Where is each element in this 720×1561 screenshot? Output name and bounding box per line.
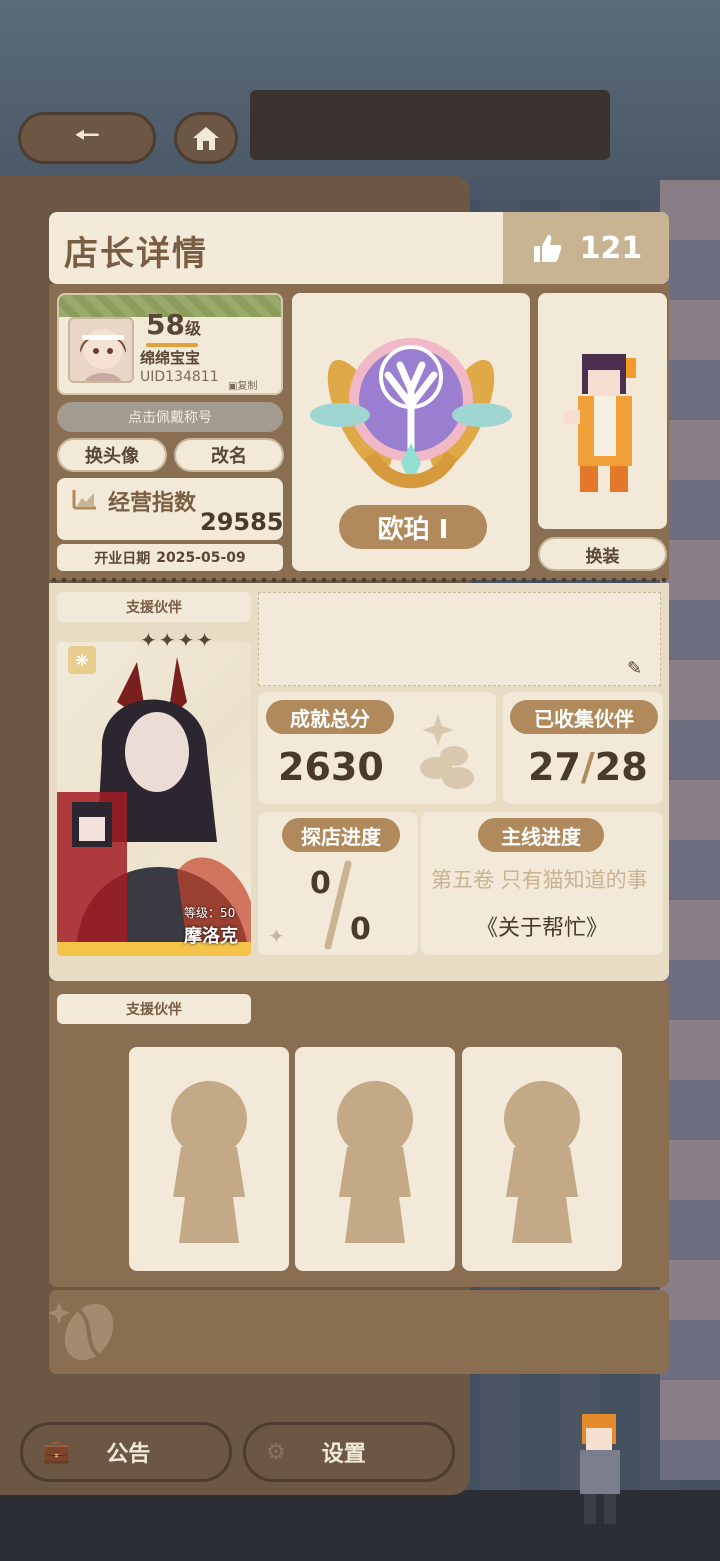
shop-wall-right [660, 180, 720, 1480]
collected-label: 已收集伙伴 [510, 700, 658, 734]
rename-button[interactable]: 改名 [174, 438, 284, 472]
like-count: 121 [579, 230, 643, 266]
coffee-bean-icon [48, 1302, 114, 1361]
business-index-label: 经营指数 [108, 491, 197, 516]
coffee-beans-icon [420, 714, 474, 789]
home-icon [193, 127, 219, 150]
like-button[interactable]: 121 [503, 212, 669, 284]
empty-partner-slot[interactable] [462, 1047, 622, 1271]
person-silhouette-icon [337, 1081, 413, 1243]
visit-total: 0 [350, 912, 371, 947]
page-title: 店长详情 [64, 234, 208, 274]
home-button[interactable] [174, 112, 238, 164]
opal-rank-emblem [310, 338, 512, 489]
edit-icon[interactable]: ✎ [627, 658, 642, 679]
person-silhouette-icon [171, 1081, 247, 1243]
change-outfit-button[interactable]: 换装 [538, 537, 667, 571]
open-date: 开业日期 2025-05-09 [57, 544, 283, 571]
player-nickname: 绵绵宝宝 [140, 349, 201, 367]
fraction-slash [324, 860, 352, 950]
player-character-sprite [564, 354, 636, 492]
copy-uid-button[interactable]: ▣复制 [228, 377, 257, 392]
gear-icon: ⚙ [266, 1439, 286, 1465]
story-chapter: 第五卷 只有猫知道的事 [431, 868, 648, 892]
back-button[interactable]: 🠔 [18, 112, 156, 164]
change-avatar-button[interactable]: 换头像 [57, 438, 167, 472]
story-label: 主线进度 [478, 818, 604, 852]
settings-button[interactable]: ⚙ 设置 [243, 1422, 455, 1482]
arrow-left-icon: 🠔 [73, 117, 101, 153]
thumbs-up-icon [533, 235, 562, 262]
npc-sprite [580, 1414, 620, 1524]
achievement-label: 成就总分 [266, 700, 394, 734]
empty-partner-slot[interactable] [295, 1047, 455, 1271]
player-level: 58级 [146, 308, 201, 341]
avatar[interactable] [68, 317, 134, 383]
coffee-strip [48, 1290, 669, 1374]
rank-name: 欧珀 I [339, 505, 487, 549]
wear-title-button[interactable]: 点击佩戴称号 [57, 402, 283, 432]
notice-button[interactable]: 💼 公告 [20, 1422, 232, 1482]
star-rating-icon: ✦✦✦✦ [140, 628, 216, 652]
support-partner-tag-2: 支援伙伴 [57, 994, 251, 1024]
achievement-value: 2630 [278, 745, 384, 789]
partner-level: 等级：50 [184, 906, 236, 920]
shop-counter [250, 90, 610, 160]
visit-label: 探店进度 [282, 818, 400, 852]
story-episode: 《关于帮忙》 [475, 916, 608, 941]
briefcase-icon: 💼 [43, 1439, 71, 1465]
business-index-value: 29585 [200, 508, 284, 536]
collected-value: 27/28 [528, 745, 648, 789]
person-silhouette-icon [504, 1081, 580, 1243]
element-icon: ❋ [68, 646, 96, 674]
empty-partner-slot[interactable] [129, 1047, 289, 1271]
support-partner-tag: 支援伙伴 [57, 592, 251, 622]
sparkle-icon: ✦ [268, 924, 285, 948]
player-uid: UID134811 [140, 369, 219, 385]
partner-name: 摩洛克 [184, 926, 238, 947]
chart-icon [72, 490, 96, 510]
signature-box[interactable] [258, 592, 661, 686]
